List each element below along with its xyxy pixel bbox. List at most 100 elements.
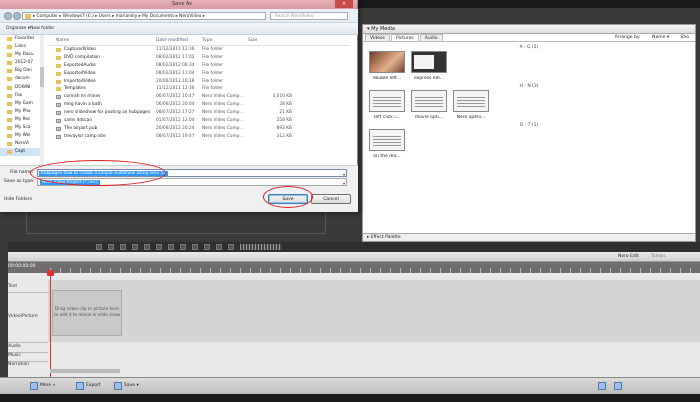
stop-button[interactable]: [144, 244, 150, 250]
play-button[interactable]: [96, 244, 102, 250]
nav-item[interactable]: My Sca: [0, 124, 43, 132]
nav-item[interactable]: NeroVi: [0, 140, 43, 148]
file-row[interactable]: trevaylor camp site 08/07/2012 19:47 Nero …: [46, 133, 350, 141]
zoom-button[interactable]: [120, 244, 126, 250]
tclean-button[interactable]: Tclean: [651, 254, 665, 259]
nav-item[interactable]: DOWNI: [0, 84, 43, 92]
export-label: Export: [86, 383, 101, 388]
rewind-button[interactable]: [156, 244, 162, 250]
video-track[interactable]: [48, 280, 700, 342]
playhead[interactable]: [50, 270, 51, 377]
effect-palette-toggle[interactable]: ▸ Effect Palette: [363, 233, 695, 241]
file-date: 06/06/2012 20:04: [156, 102, 195, 108]
media-item[interactable]: on the dro...: [369, 129, 405, 159]
file-row[interactable]: nero slideshow for posting on hubpages 08…: [46, 109, 350, 117]
file-row[interactable]: meg havin a bath 06/06/2012 20:04 Nero Vid…: [46, 101, 350, 109]
file-type: File folder: [202, 62, 224, 68]
nav-item[interactable]: Big Dan: [0, 67, 43, 75]
drop-zone[interactable]: Drag video clip or picture here to add i…: [52, 290, 122, 336]
mark-in-button[interactable]: [204, 244, 210, 250]
tab-videos[interactable]: Videos: [365, 34, 390, 41]
nav-item[interactable]: My Docu: [0, 51, 43, 59]
folder-icon: [56, 71, 61, 76]
nav-item[interactable]: My Wel: [0, 132, 43, 140]
show-select[interactable]: Sho: [681, 35, 689, 40]
tab-audio[interactable]: Audio: [419, 34, 443, 41]
column-name[interactable]: Name: [56, 38, 69, 43]
nav-scrollbar[interactable]: [40, 35, 44, 165]
nav-item[interactable]: My Pho: [0, 108, 43, 116]
mark-out-button[interactable]: [216, 244, 222, 250]
more-icon: [30, 382, 38, 390]
search-input[interactable]: Search NeroVideo: [270, 12, 348, 20]
column-date[interactable]: Date modified: [156, 38, 188, 43]
nav-item[interactable]: 2012-07: [0, 59, 43, 67]
scroll-thumb[interactable]: [40, 67, 44, 87]
address-bar[interactable]: ▸ Computer ▸ Windows7 (C:) ▸ Users ▸ mar…: [22, 12, 266, 20]
nav-item[interactable]: My Rec: [0, 116, 43, 124]
column-size[interactable]: Size: [248, 38, 257, 43]
media-item-label: on the dro...: [373, 154, 401, 159]
column-type[interactable]: Type: [202, 38, 212, 43]
file-row[interactable]: DVD compilation 08/02/2012 17:02 File fold…: [46, 54, 350, 62]
nav-item[interactable]: My Gam: [0, 100, 43, 108]
file-row[interactable]: ExportedAudio 08/02/2012 08:34 File folder: [46, 62, 350, 70]
undo-button[interactable]: [596, 381, 610, 391]
media-item[interactable]: express edi...: [411, 51, 447, 81]
file-type: Nero Video Comp...: [202, 110, 244, 116]
snapshot-button[interactable]: [132, 244, 138, 250]
file-row[interactable]: ExportedVideo 08/02/2012 11:04 File folder: [46, 70, 350, 78]
close-button[interactable]: ✕: [335, 0, 353, 8]
arrange-select[interactable]: Name ▾: [652, 35, 669, 40]
file-date: 08/02/2012 17:02: [156, 54, 195, 60]
back-button[interactable]: [4, 12, 12, 20]
media-item[interactable]: left click i...: [369, 90, 405, 120]
nav-item[interactable]: Links: [0, 43, 43, 51]
media-group-ot: on the dro...: [363, 129, 695, 159]
file-rows: CapturedVideo 11/12/2011 12:36 File folder…: [46, 46, 350, 141]
dialog-titlebar[interactable]: Save As ✕: [0, 0, 357, 9]
redo-button[interactable]: [612, 381, 626, 391]
file-row[interactable]: sams 4dscan 01/07/2012 12:04 Nero Video Co…: [46, 117, 350, 125]
nav-item-selected[interactable]: Capt: [0, 148, 43, 157]
file-row[interactable]: cornish lin mines 06/07/2012 10:47 Nero Vi…: [46, 93, 350, 101]
file-row[interactable]: Templates 11/12/2011 12:36 File folder: [46, 85, 350, 93]
export-button[interactable]: Export: [74, 381, 105, 391]
arrange-by[interactable]: Arrange by: Name ▾ Sho: [615, 34, 689, 42]
folder-icon: [7, 142, 12, 147]
file-row[interactable]: CapturedVideo 11/12/2011 12:36 File folder: [46, 46, 350, 54]
media-item[interactable]: Nero openi...: [453, 90, 489, 120]
nero-edit-button[interactable]: Nero Edit: [618, 254, 639, 259]
media-item[interactable]: movie opti...: [411, 90, 447, 120]
nav-item[interactable]: Fax: [0, 92, 43, 100]
chevron-down-icon[interactable]: ▾: [343, 180, 345, 187]
media-panel-title[interactable]: ▾ My Media: [363, 25, 695, 34]
tab-pictures[interactable]: Pictures: [390, 34, 419, 41]
file-date: 20/06/2012 16:18: [156, 78, 195, 84]
fast-forward-button[interactable]: [192, 244, 198, 250]
new-folder-button[interactable]: New folder: [30, 26, 54, 31]
time-ruler[interactable]: 00:00:00:00: [8, 262, 700, 273]
playhead-handle[interactable]: [47, 270, 54, 276]
media-item[interactable]: double left...: [369, 51, 405, 81]
folder-icon: [7, 77, 12, 82]
next-frame-button[interactable]: [180, 244, 186, 250]
cancel-button[interactable]: Cancel: [311, 194, 351, 204]
nav-item[interactable]: Favorites: [0, 35, 43, 43]
file-row[interactable]: The airport pub 20/06/2012 20:24 Nero Vide…: [46, 125, 350, 133]
prev-frame-button[interactable]: [168, 244, 174, 250]
file-row[interactable]: ImportedVideo 20/06/2012 16:18 File folder: [46, 78, 350, 86]
folder-icon: [25, 14, 31, 19]
timeline-scrollbar[interactable]: [50, 369, 120, 373]
save-project-button[interactable]: Save ▾: [112, 381, 143, 391]
timecode-scale[interactable]: [240, 244, 282, 250]
hide-folders-button[interactable]: Hide Folders: [4, 197, 32, 202]
forward-button[interactable]: [13, 12, 21, 20]
more-button[interactable]: More »: [28, 381, 59, 391]
record-button[interactable]: [108, 244, 114, 250]
volume-icon[interactable]: [228, 244, 234, 250]
file-name: trevaylor camp site: [64, 133, 106, 139]
nav-item[interactable]: docum: [0, 75, 43, 83]
organize-button[interactable]: Organize ▾: [6, 26, 30, 31]
chevron-down-icon[interactable]: ▾: [343, 171, 345, 178]
